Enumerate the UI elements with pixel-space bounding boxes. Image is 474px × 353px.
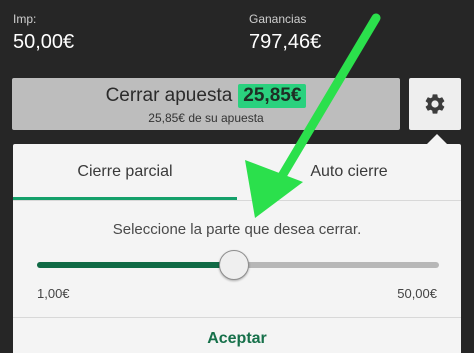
cashout-subtext: 25,85€ de su apuesta — [148, 110, 264, 125]
tab-bar: Cierre parcial Auto cierre — [13, 144, 461, 200]
tab-auto-cashout-label: Auto cierre — [310, 163, 388, 180]
tab-partial-cashout-label: Cierre parcial — [77, 163, 173, 180]
stake-value: 50,00€ — [13, 31, 75, 53]
tab-auto-cashout[interactable]: Auto cierre — [237, 144, 461, 200]
settings-button[interactable] — [409, 78, 461, 130]
slider-thumb[interactable] — [218, 250, 249, 280]
winnings-label: Ganancias — [249, 12, 307, 26]
slider-fill — [37, 262, 234, 268]
cashout-label: Cerrar apuesta — [105, 84, 233, 106]
slider-min-label: 1,00€ — [37, 286, 70, 301]
winnings-value: 797,46€ — [249, 31, 322, 53]
instruction-text: Seleccione la parte que desea cerrar. — [112, 221, 362, 238]
cashout-amount: 25,85€ — [238, 83, 307, 108]
tab-partial-cashout[interactable]: Cierre parcial — [13, 144, 237, 200]
cashout-main-line: Cerrar apuesta 25,85€ — [105, 83, 307, 108]
cashout-options-panel: Cierre parcial Auto cierre Seleccione la… — [13, 144, 461, 353]
winnings-stat: Ganancias 797,46€ — [249, 12, 321, 54]
tabs-divider — [13, 200, 461, 201]
accept-button[interactable]: Aceptar — [13, 330, 461, 348]
cashout-amount-slider[interactable] — [37, 250, 439, 282]
stake-stat: Imp: 50,00€ — [13, 12, 74, 54]
cashout-button[interactable]: Cerrar apuesta 25,85€ 25,85€ de su apues… — [12, 78, 400, 130]
stake-label: Imp: — [13, 12, 37, 26]
panel-divider — [13, 317, 461, 318]
slider-max-label: 50,00€ — [397, 286, 437, 301]
gear-icon — [425, 94, 445, 114]
